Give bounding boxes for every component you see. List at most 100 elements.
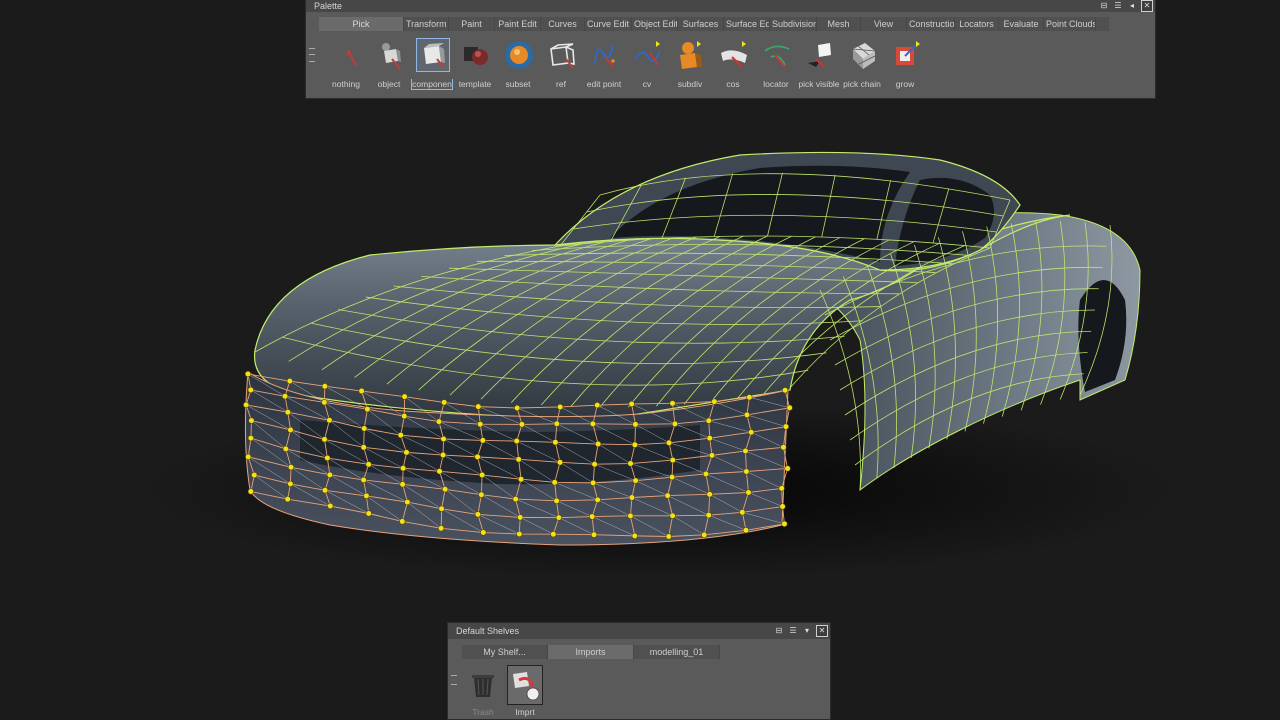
palette-title-bar[interactable]: Palette ⊟ ☰ ◂ ✕ [306,0,1155,12]
cv-point [743,411,751,418]
tool-pick-locator[interactable]: locator [754,36,798,92]
pick-cos-icon [717,38,751,72]
cv-point [401,413,408,420]
cv-point [781,387,789,394]
tool-pick-component[interactable]: componen [410,36,454,92]
shelves-close-icon[interactable]: ✕ [816,625,828,637]
shelf-tool-import[interactable]: Imprt [504,663,546,719]
tab-object-edit[interactable]: Object Edit [632,17,678,31]
cv-point [286,378,293,385]
tool-pick-chain[interactable]: pick chain [840,36,884,92]
cv-point [556,459,564,466]
cv-point [706,435,713,442]
shelf-tool-trash[interactable]: Trash [462,663,504,719]
cv-point [439,451,447,459]
cv-point [665,439,673,446]
cv-point [403,449,410,456]
cv-point [627,460,634,467]
palette-tab-bar: Pick Transform Paint Paint Edit Curves C… [319,17,1109,31]
shelves-menu-icon[interactable]: ☰ [788,626,798,636]
cv-point [474,453,481,460]
cv-point [284,409,291,416]
tab-pick[interactable]: Pick [319,17,404,31]
cv-point [745,489,752,496]
pick-component-icon [416,38,450,72]
cv-point [478,471,486,479]
cv-point [360,444,367,451]
tab-modelling-01[interactable]: modelling_01 [634,645,720,659]
tab-surface-edit[interactable]: Surface Edit [724,17,770,31]
cv-point [742,447,749,455]
cv-point [440,435,447,443]
cv-point [247,386,254,394]
tool-pick-template[interactable]: template [453,36,497,92]
tool-pick-nothing[interactable]: nothing [324,36,368,92]
tool-pick-ref[interactable]: ref [539,36,583,92]
cv-point [550,531,557,538]
tab-paint-edit[interactable]: Paint Edit [495,17,541,31]
cv-point [324,454,331,462]
shelves-title-bar[interactable]: Default Shelves ⊟ ☰ ▾ ✕ [448,623,830,639]
palette-grip-handle[interactable] [309,48,315,62]
pick-ref-icon [545,38,579,72]
tab-mesh[interactable]: Mesh [817,17,861,31]
pick-template-icon [459,38,493,72]
cv-point [784,465,791,472]
cv-point [474,511,481,518]
tab-point-clouds[interactable]: Point Clouds [1044,17,1096,31]
tab-curves[interactable]: Curves [541,17,585,31]
tab-evaluate[interactable]: Evaluate [999,17,1044,31]
cv-point [702,470,710,478]
cv-point [365,510,372,517]
cv-point [441,399,448,406]
cv-point [595,440,602,448]
cv-point [287,426,294,434]
cv-point [631,441,638,448]
shelves-dock-icon[interactable]: ⊟ [774,626,784,636]
cv-point [245,453,252,460]
tool-pick-edit-point[interactable]: edit point [582,36,626,92]
cv-point [739,509,746,516]
tab-locators[interactable]: Locators [955,17,999,31]
tab-paint[interactable]: Paint [449,17,495,31]
tab-subdivision[interactable]: Subdivision [770,17,817,31]
palette-collapse-icon[interactable]: ◂ [1127,1,1137,11]
tool-pick-visible[interactable]: pick visible [797,36,841,92]
shelves-window: Default Shelves ⊟ ☰ ▾ ✕ My Shelf... Impo… [447,622,831,720]
tool-pick-cos[interactable]: cos [711,36,755,92]
cv-point [706,491,713,498]
pick-nothing-icon [330,38,364,72]
3d-viewport[interactable] [0,0,1280,720]
cv-point [287,464,295,471]
cv-point [281,393,289,400]
tab-construction[interactable]: Construction [907,17,955,31]
cv-point [553,497,560,504]
tab-surfaces[interactable]: Surfaces [678,17,724,31]
tool-pick-grow[interactable]: grow [883,36,927,92]
cv-point [438,525,445,532]
palette-close-icon[interactable]: ✕ [1141,0,1153,12]
cv-point [436,468,443,475]
cv-point [284,496,291,503]
tool-pick-subdiv[interactable]: subdiv [668,36,712,92]
shelves-grip-handle[interactable] [451,675,457,685]
tool-pick-cv[interactable]: cv [625,36,669,92]
tab-transform[interactable]: Transform [404,17,449,31]
tab-my-shelf[interactable]: My Shelf... [462,645,548,659]
cv-point [247,488,254,495]
cv-point [708,452,716,459]
cv-point [479,437,486,444]
cv-point [364,406,371,413]
tab-view[interactable]: View [861,17,907,31]
palette-menu-icon[interactable]: ☰ [1113,1,1123,11]
cv-point [363,492,370,500]
cv-point [478,491,485,498]
shelves-dropdown-icon[interactable]: ▾ [802,626,812,636]
pick-locator-icon [760,38,794,72]
tool-pick-object[interactable]: object [367,36,411,92]
tool-pick-subset[interactable]: subset [496,36,540,92]
tab-curve-edit[interactable]: Curve Edit [585,17,632,31]
palette-dock-icon[interactable]: ⊟ [1099,1,1109,11]
pick-chain-icon [846,38,880,72]
tab-imports[interactable]: Imports [548,645,634,659]
